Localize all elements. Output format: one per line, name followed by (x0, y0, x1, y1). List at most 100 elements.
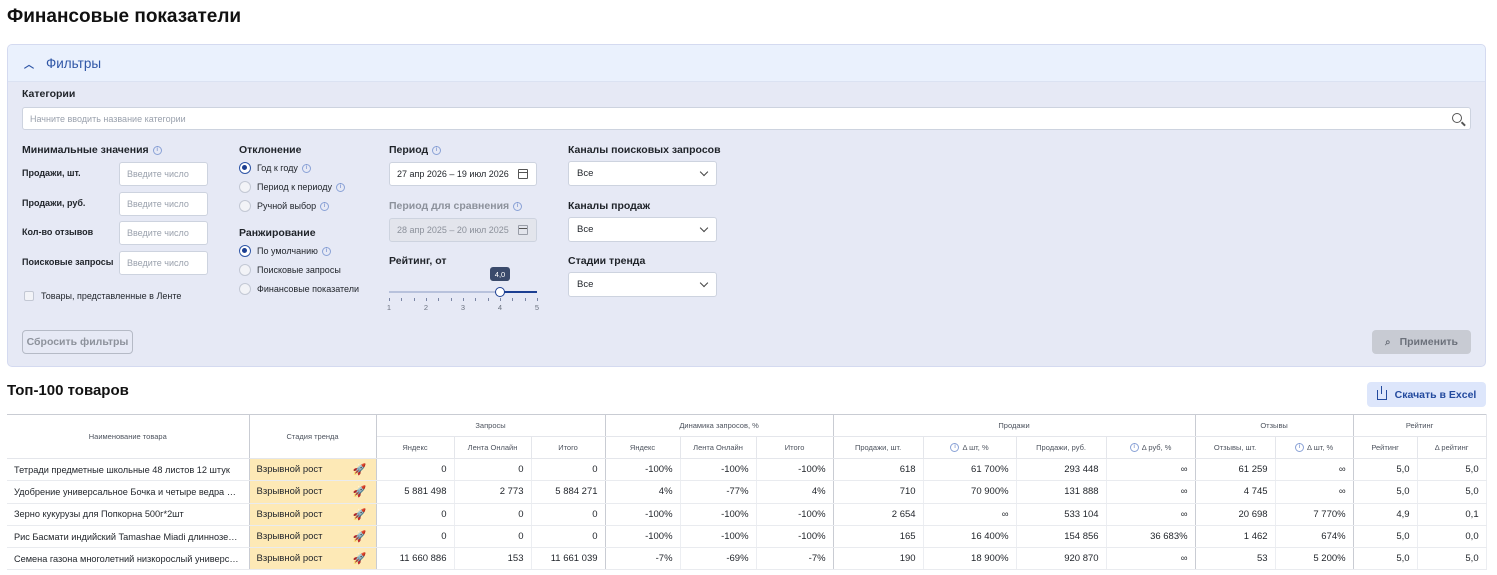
rating-slider[interactable] (389, 287, 537, 297)
col-q-total[interactable]: Итого (531, 436, 606, 459)
radio-dot[interactable] (239, 162, 251, 174)
col-r-dpcs[interactable]: iΔ шт, % (1275, 436, 1354, 459)
col-s-pcs[interactable]: Продажи, шт. (833, 436, 924, 459)
radio-dot[interactable] (239, 245, 251, 257)
info-icon[interactable]: i (1129, 443, 1139, 453)
col-r-pcs[interactable]: Отзывы, шт. (1195, 436, 1276, 459)
radio-dot[interactable] (239, 200, 251, 212)
min-sales-pcs-placeholder: Введите число (127, 169, 189, 179)
slider-tick-label: 4 (497, 303, 503, 312)
min-values-label: Минимальные значения i (22, 144, 162, 156)
table-row[interactable]: Удобрение универсальное Бочка и четыре в… (7, 480, 1487, 504)
table-row[interactable]: Тетради предметные школьные 48 листов 12… (7, 458, 1487, 482)
product-name-cell[interactable]: Рис Басмати индийский Tamashae Miadi дли… (7, 525, 250, 549)
radio-dot[interactable] (239, 283, 251, 295)
info-icon[interactable]: i (335, 182, 345, 192)
table-cell: 0,0 (1417, 525, 1487, 549)
info-icon[interactable]: i (1295, 443, 1305, 453)
table-row[interactable]: Рис Басмати индийский Tamashae Miadi дли… (7, 525, 1487, 549)
sales-channels-select[interactable]: Все (568, 217, 717, 242)
download-excel-button[interactable]: Скачать в Excel (1367, 382, 1486, 407)
info-icon[interactable]: i (152, 145, 162, 155)
table-cell: ∞ (1275, 480, 1354, 504)
radio-label: Год к году (257, 163, 298, 173)
trend-stage-value: Все (577, 279, 594, 290)
trend-stage-cell: Взрывной рост 🚀 (249, 480, 377, 504)
radio-year-to-year[interactable]: Год к году i (239, 162, 311, 174)
table-cell: 5,0 (1417, 480, 1487, 504)
table-cell: 0 (454, 458, 532, 482)
info-icon[interactable]: i (432, 145, 442, 155)
col-d-lenta[interactable]: Лента Онлайн (680, 436, 757, 459)
product-name-cell[interactable]: Зерно кукурузы для Попкорна 500г*2шт (7, 503, 250, 526)
table-cell: 4,9 (1353, 503, 1418, 526)
min-sales-pcs-label: Продажи, шт. (22, 168, 81, 178)
table-row[interactable]: Зерно кукурузы для Попкорна 500г*2шт Взры… (7, 503, 1487, 526)
col-q-lenta[interactable]: Лента Онлайн (454, 436, 532, 459)
table-cell: -100% (756, 503, 834, 526)
col-s-dpcs[interactable]: iΔ шт, % (923, 436, 1017, 459)
search-icon[interactable] (1452, 113, 1462, 123)
min-queries-input[interactable]: Введите число (119, 251, 208, 275)
table-cell: -100% (756, 525, 834, 549)
download-excel-label: Скачать в Excel (1394, 388, 1477, 401)
table-row[interactable]: Семена газона многолетний низкорослый ун… (7, 547, 1487, 571)
col-product-name[interactable]: Наименование товара (7, 414, 250, 459)
product-name-cell[interactable]: Семена газона многолетний низкорослый ун… (7, 547, 250, 571)
table-cell: 0 (454, 503, 532, 526)
table-cell: 1 462 (1195, 525, 1276, 549)
col-trend-stage[interactable]: Стадия тренда (249, 414, 377, 459)
info-icon[interactable]: i (320, 201, 330, 211)
apply-button[interactable]: ⌕ Применить (1372, 330, 1471, 354)
period-date-input[interactable]: 27 апр 2026 – 19 июл 2026 (389, 162, 537, 186)
table-cell: 61 259 (1195, 458, 1276, 482)
col-rating[interactable]: Рейтинг (1353, 436, 1418, 459)
min-reviews-input[interactable]: Введите число (119, 221, 208, 245)
group-queries: Запросы (376, 414, 606, 437)
radio-rank-financial[interactable]: Финансовые показатели (239, 283, 359, 295)
reset-filters-button[interactable]: Сбросить фильтры (22, 330, 133, 354)
radio-period-to-period[interactable]: Период к периоду i (239, 181, 345, 193)
radio-manual[interactable]: Ручной выбор i (239, 200, 330, 212)
min-sales-pcs-input[interactable]: Введите число (119, 162, 208, 186)
col-s-drub[interactable]: iΔ руб, % (1106, 436, 1196, 459)
group-rating: Рейтинг (1353, 414, 1487, 437)
lenta-products-checkbox[interactable]: Товары, представленные в Ленте (24, 291, 181, 301)
info-icon[interactable]: i (321, 246, 331, 256)
info-icon[interactable]: i (301, 163, 311, 173)
col-s-rub[interactable]: Продажи, руб. (1016, 436, 1107, 459)
table-cell: 5,0 (1353, 458, 1418, 482)
search-channels-label: Каналы поисковых запросов (568, 144, 721, 156)
trend-stage-cell: Взрывной рост 🚀 (249, 547, 377, 571)
radio-dot[interactable] (239, 264, 251, 276)
ranking-label: Ранжирование (239, 227, 316, 239)
checkbox-box[interactable] (24, 291, 34, 301)
table-cell: ∞ (1106, 503, 1196, 526)
trend-stage-cell: Взрывной рост 🚀 (249, 458, 377, 482)
table-cell: 131 888 (1016, 480, 1107, 504)
rocket-icon: 🚀 (352, 530, 367, 543)
filters-toggle[interactable]: ︿ Фильтры (8, 45, 1485, 82)
col-r-dpcs-label: Δ шт, % (1307, 442, 1334, 452)
min-sales-rub-input[interactable]: Введите число (119, 192, 208, 216)
col-d-total[interactable]: Итого (756, 436, 834, 459)
calendar-icon[interactable] (518, 169, 528, 179)
info-icon[interactable]: i (950, 443, 960, 453)
radio-dot[interactable] (239, 181, 251, 193)
calendar-icon (518, 225, 528, 235)
category-search-input[interactable]: Начните вводить название категории (22, 107, 1471, 130)
rocket-icon: 🚀 (352, 486, 367, 499)
trend-stage-select[interactable]: Все (568, 272, 717, 297)
radio-rank-default[interactable]: По умолчанию i (239, 245, 331, 257)
table-cell: -100% (605, 458, 681, 482)
col-rating-delta[interactable]: Δ рейтинг (1417, 436, 1487, 459)
radio-rank-queries[interactable]: Поисковые запросы (239, 264, 341, 276)
col-q-yandex[interactable]: Яндекс (376, 436, 455, 459)
info-icon[interactable]: i (513, 201, 523, 211)
search-icon: ⌕ (1384, 336, 1391, 348)
product-name-cell[interactable]: Удобрение универсальное Бочка и четыре в… (7, 480, 250, 504)
rating-slider-thumb[interactable] (495, 287, 505, 297)
search-channels-select[interactable]: Все (568, 161, 717, 186)
col-d-yandex[interactable]: Яндекс (605, 436, 681, 459)
product-name-cell[interactable]: Тетради предметные школьные 48 листов 12… (7, 458, 250, 482)
